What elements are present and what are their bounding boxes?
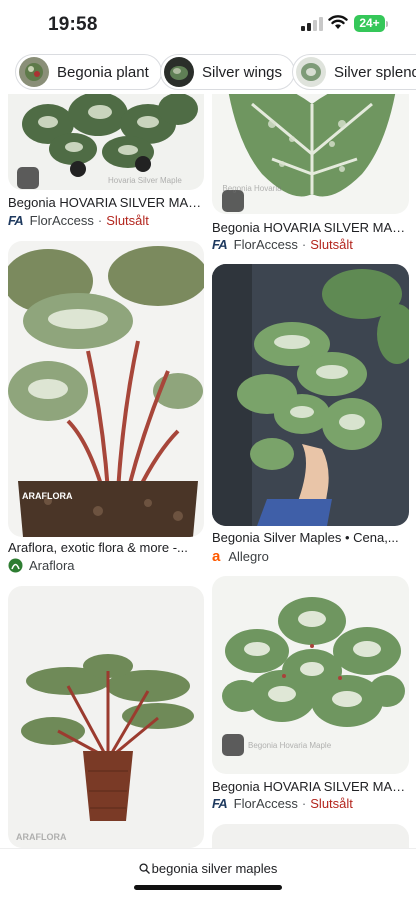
- cellular-signal-icon: [301, 17, 323, 31]
- image-watermark: Begonia Hovaria: [222, 184, 282, 193]
- availability-status: Slutsålt: [310, 237, 353, 252]
- related-searches-chips: Begonia plant Silver wings Silver splend…: [0, 50, 416, 94]
- source-name: FlorAccess: [29, 213, 94, 228]
- araflora-logo-icon: [8, 558, 23, 573]
- result-source[interactable]: a Allegro: [212, 548, 269, 565]
- result-image[interactable]: [212, 824, 409, 848]
- battery-tip: [386, 21, 388, 27]
- result-image[interactable]: [212, 264, 409, 526]
- status-bar: 19:58 24+: [0, 0, 416, 50]
- image-watermark: Hovaria Silver Maple: [108, 176, 182, 185]
- separator-dot: ·: [97, 213, 103, 228]
- search-icon: [139, 863, 150, 874]
- chip-thumbnail: [296, 57, 326, 87]
- availability-status: Slutsålt: [106, 213, 149, 228]
- shopping-tag-icon: [17, 167, 39, 189]
- home-indicator[interactable]: [134, 885, 282, 890]
- floraccess-logo-icon: FA: [212, 796, 228, 811]
- chip-label: Silver splendo: [334, 63, 416, 81]
- result-image[interactable]: Hovaria Silver Maple: [8, 94, 204, 190]
- result-title[interactable]: Araflora, exotic flora & more -...: [8, 540, 198, 555]
- allegro-logo-icon: a: [212, 548, 221, 565]
- shopping-tag-icon: [222, 734, 244, 756]
- separator-dot: ·: [301, 796, 307, 811]
- image-watermark: ARAFLORA: [22, 491, 73, 501]
- result-source[interactable]: FA FlorAccess · Slutsålt: [8, 213, 149, 228]
- status-time: 19:58: [48, 14, 98, 35]
- result-title[interactable]: Begonia HOVARIA SILVER MAPLE: [212, 779, 409, 794]
- source-name: Araflora: [29, 558, 75, 573]
- result-source[interactable]: FA FlorAccess · Slutsålt: [212, 796, 353, 811]
- chip-label: Begonia plant: [57, 63, 149, 81]
- separator-dot: ·: [301, 237, 307, 252]
- source-name: FlorAccess: [233, 796, 298, 811]
- chip-label: Silver wings: [202, 63, 283, 81]
- source-name: Allegro: [228, 549, 269, 564]
- source-name: FlorAccess: [233, 237, 298, 252]
- search-query-pill[interactable]: begonia silver maples: [0, 861, 416, 876]
- chip-thumbnail: [164, 57, 194, 87]
- chip-silver-wings[interactable]: Silver wings: [160, 54, 296, 90]
- result-image[interactable]: ARAFLORA: [8, 241, 204, 537]
- result-source[interactable]: FA FlorAccess · Slutsålt: [212, 237, 353, 252]
- floraccess-logo-icon: FA: [212, 237, 228, 252]
- result-title[interactable]: Begonia Silver Maples • Cena,...: [212, 530, 402, 545]
- chip-thumbnail: [19, 57, 49, 87]
- floraccess-logo-icon: FA: [8, 213, 24, 228]
- availability-status: Slutsålt: [310, 796, 353, 811]
- battery-icon: 24+: [354, 15, 385, 32]
- chip-silver-splendor[interactable]: Silver splendo: [292, 54, 416, 90]
- result-image[interactable]: Begonia Hovaria Maple: [212, 576, 409, 774]
- wifi-icon: [328, 15, 348, 29]
- image-results-grid: Hovaria Silver Maple Begonia HOVARIA SIL…: [0, 94, 416, 848]
- search-query: begonia silver maples: [151, 861, 278, 876]
- result-source[interactable]: Araflora: [8, 558, 75, 573]
- chip-begonia-plant[interactable]: Begonia plant: [15, 54, 162, 90]
- result-title[interactable]: Begonia HOVARIA SILVER MAPLE: [212, 220, 409, 235]
- image-watermark: Begonia Hovaria Maple: [248, 741, 332, 750]
- shopping-tag-icon: [222, 190, 244, 212]
- result-image[interactable]: ARAFLORA: [8, 586, 204, 848]
- bottom-search-bar: begonia silver maples: [0, 848, 416, 900]
- result-title[interactable]: Begonia HOVARIA SILVER MAPLE: [8, 195, 204, 210]
- image-watermark: ARAFLORA: [16, 832, 67, 842]
- result-image[interactable]: Begonia Hovaria: [212, 94, 409, 214]
